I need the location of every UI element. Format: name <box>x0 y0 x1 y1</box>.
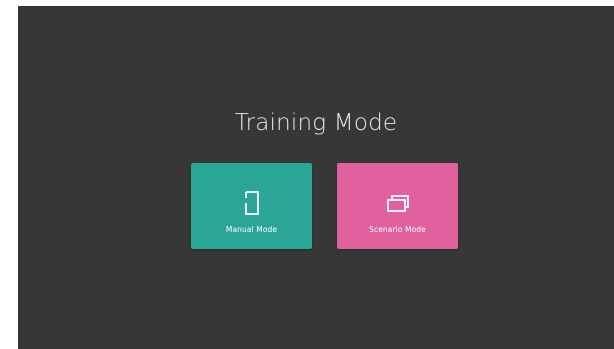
document-icon <box>244 191 259 215</box>
scenario-mode-label: Scenario Mode <box>369 225 426 234</box>
scenario-mode-button[interactable]: Scenario Mode <box>337 163 458 249</box>
page-title: Training Mode <box>234 110 398 136</box>
manual-mode-button[interactable]: Manual Mode <box>191 163 312 249</box>
training-mode-screen: Training Mode Manual Mode Scenario Mode <box>18 6 614 349</box>
stacked-windows-icon <box>386 195 409 212</box>
manual-mode-label: Manual Mode <box>225 225 278 234</box>
